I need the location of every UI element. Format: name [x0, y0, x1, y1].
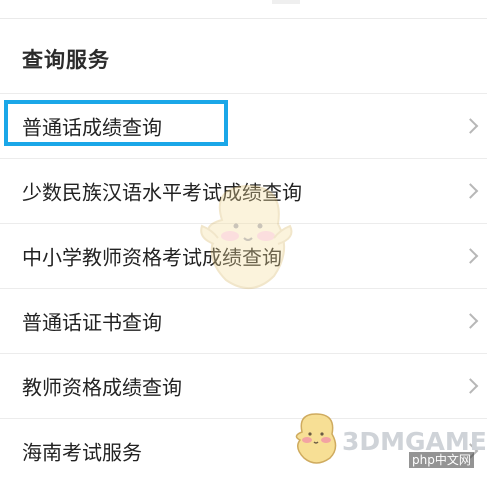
top-stub — [272, 0, 300, 4]
site-watermark: php中文网 — [409, 452, 474, 468]
mascot-logo-icon — [295, 413, 337, 464]
chevron-right-icon — [462, 248, 479, 264]
chevron-right-icon — [462, 118, 479, 134]
chevron-right-icon — [462, 378, 479, 394]
list-item-label: 普通话证书查询 — [22, 310, 162, 335]
mascot-watermark-icon — [200, 184, 293, 289]
list-item-label: 教师资格成绩查询 — [22, 375, 182, 400]
list-item-label: 海南考试服务 — [22, 440, 142, 465]
chevron-right-icon — [462, 183, 479, 199]
list-item-teacher-qualification-score[interactable]: 教师资格成绩查询 — [0, 353, 487, 418]
list-item-putonghua-score[interactable]: 普通话成绩查询 — [0, 93, 487, 158]
section-title: 查询服务 — [22, 48, 110, 72]
list-item-label: 普通话成绩查询 — [22, 115, 162, 140]
top-divider — [0, 18, 487, 19]
chevron-right-icon — [462, 313, 479, 329]
